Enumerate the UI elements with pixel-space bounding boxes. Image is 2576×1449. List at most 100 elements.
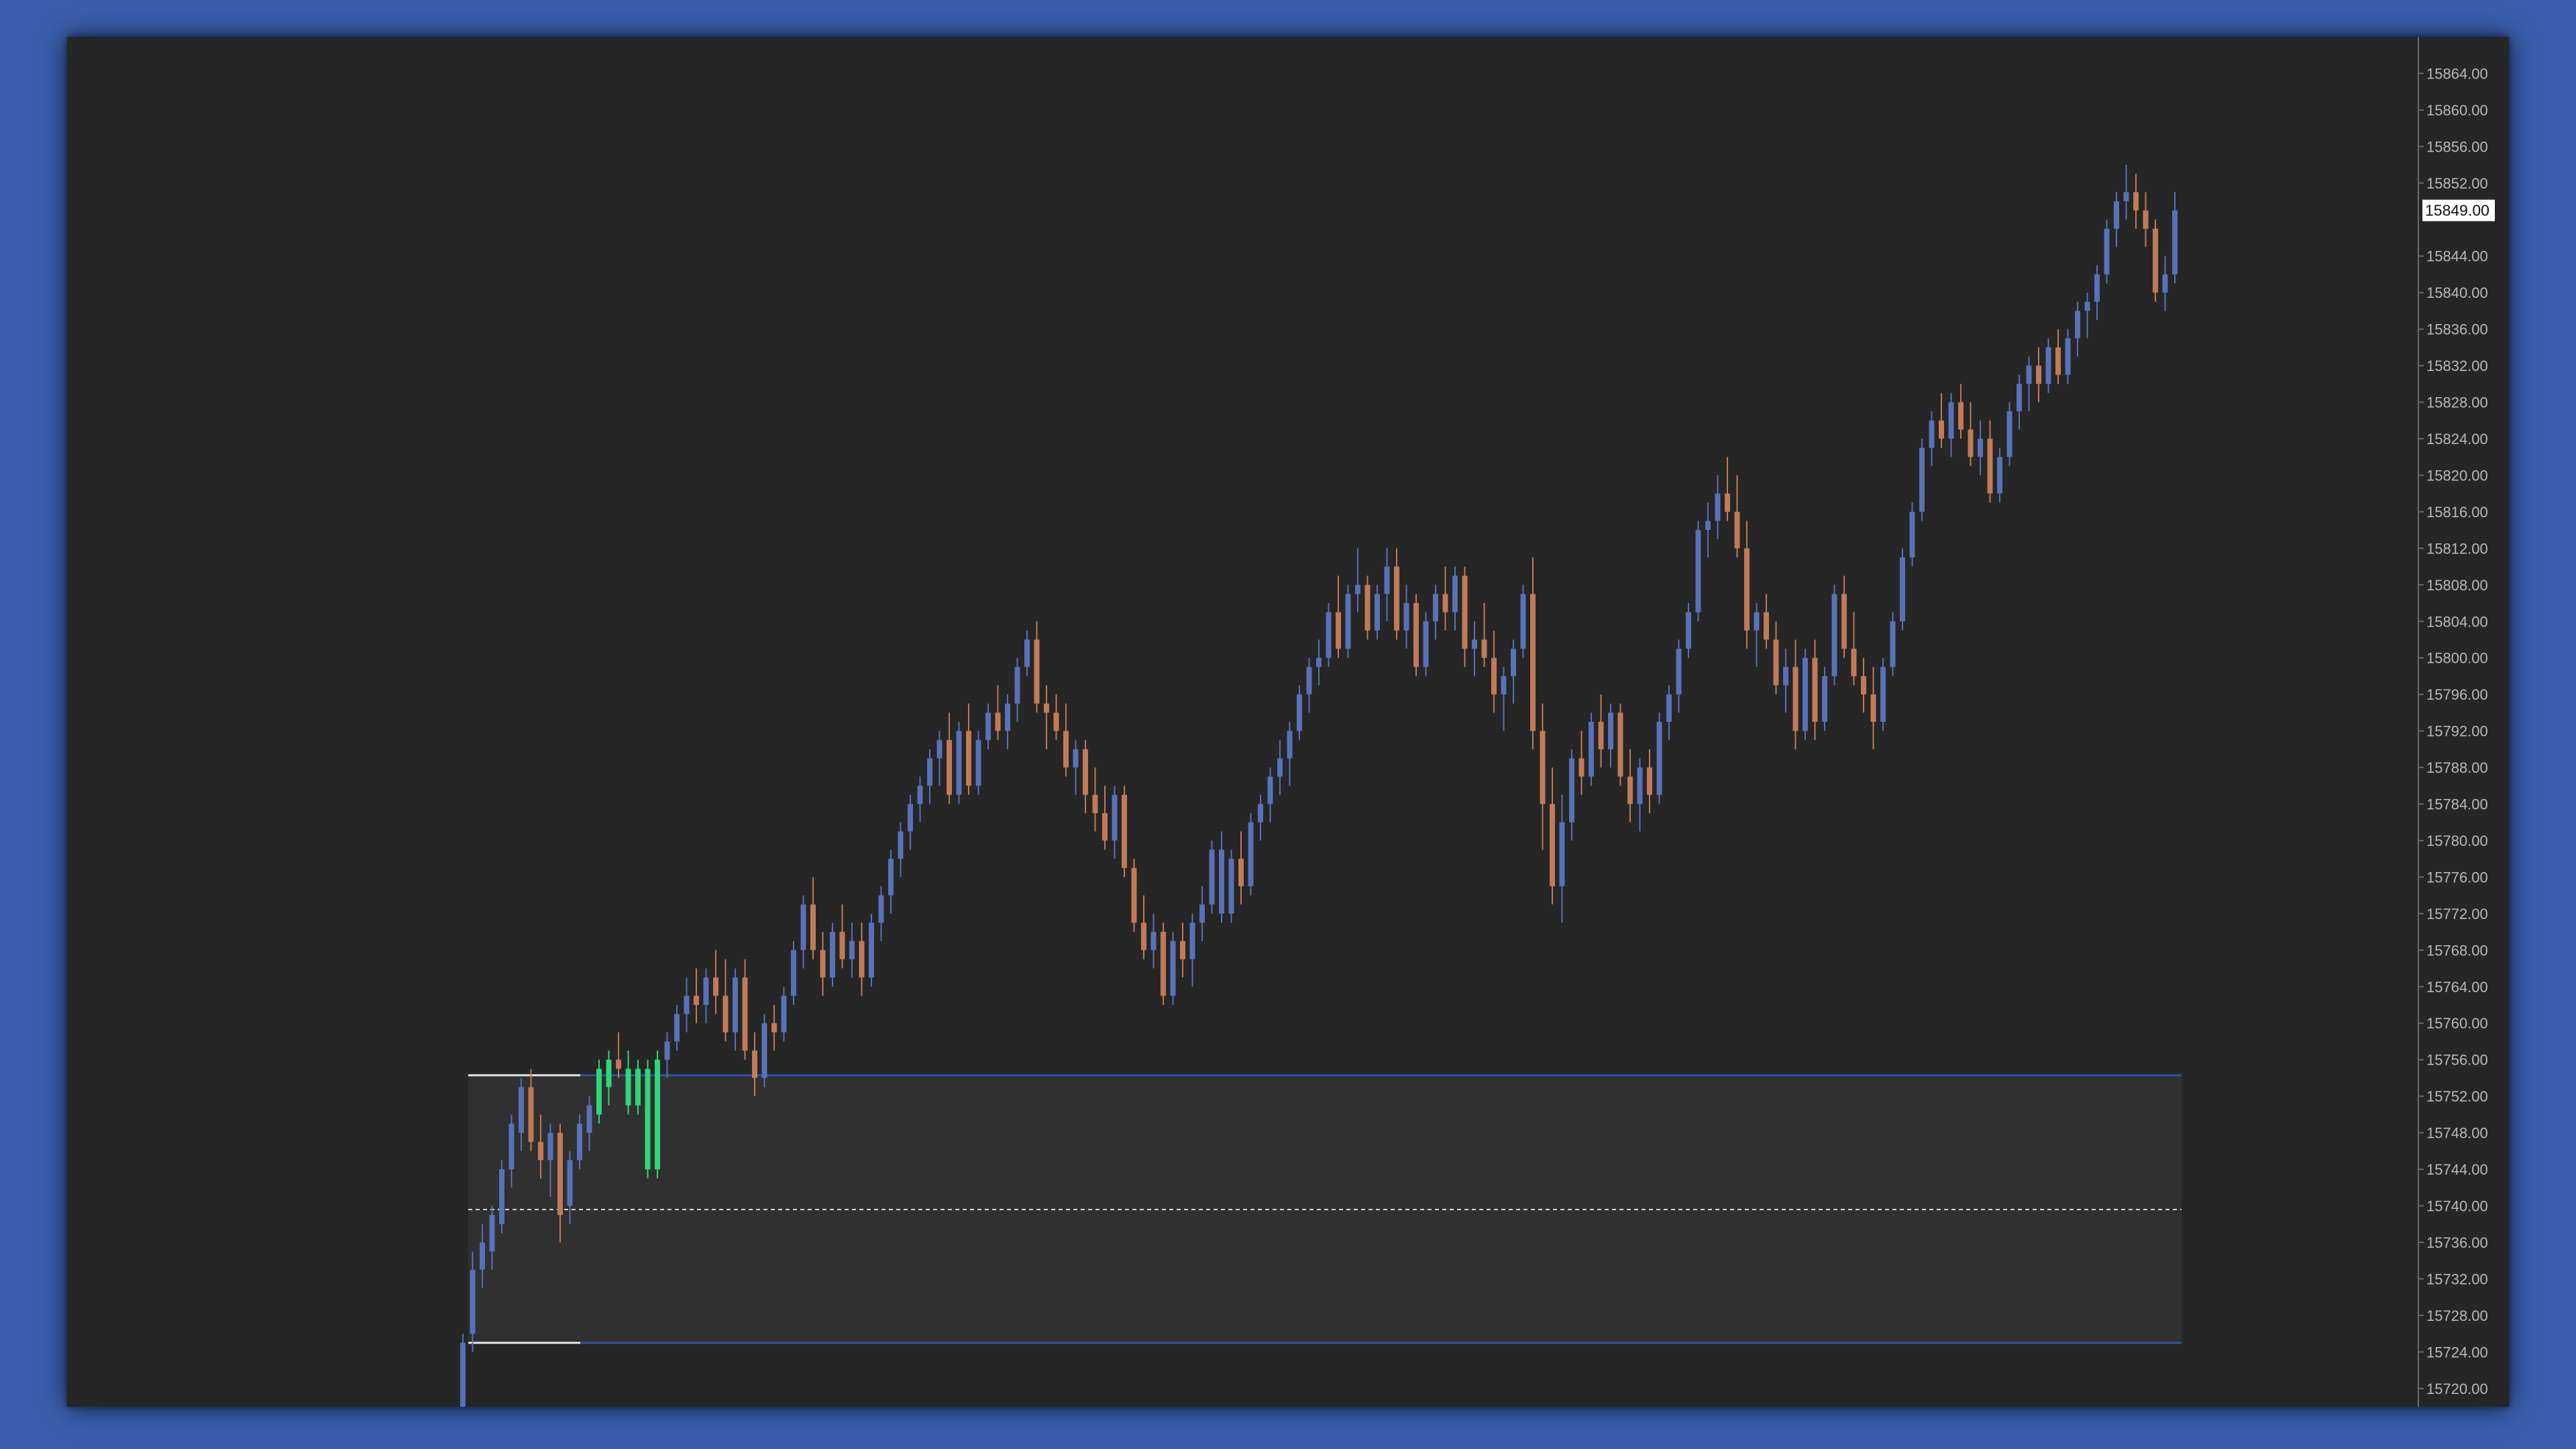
- candle-body: [528, 1087, 534, 1142]
- candle-body: [1978, 438, 1983, 458]
- candle-body: [1287, 731, 1293, 759]
- candle-body: [2114, 201, 2119, 229]
- axis-tick-label: 15852.00: [2426, 175, 2488, 192]
- candle-body: [1744, 548, 1750, 631]
- candle: [995, 685, 1001, 741]
- price-axis[interactable]: 15864.00 15860.00 15856.00 15852.00 15844.00…: [2418, 37, 2509, 1407]
- candle-body: [2075, 311, 2080, 339]
- candle: [859, 922, 865, 996]
- candle-body: [606, 1059, 612, 1087]
- candle: [1005, 694, 1010, 749]
- candle-body: [830, 932, 835, 978]
- candle-body: [1161, 932, 1166, 996]
- candle-body: [538, 1142, 543, 1161]
- candle: [1044, 685, 1049, 749]
- candle: [1559, 794, 1565, 923]
- axis-tick-label: 15724.00: [2426, 1344, 2488, 1360]
- candle-body: [878, 895, 884, 923]
- candle-body: [1228, 859, 1234, 914]
- candle-body: [752, 1051, 757, 1078]
- candle-body: [742, 977, 748, 1051]
- candle-body: [2104, 228, 2110, 274]
- candle-body: [1131, 867, 1137, 923]
- candle-body: [694, 996, 699, 1006]
- candle: [1851, 612, 1857, 686]
- candle-body: [1861, 676, 1866, 695]
- candle: [1063, 703, 1069, 777]
- candle-body: [1014, 667, 1020, 704]
- candle-body: [1394, 566, 1399, 631]
- candle: [1880, 657, 1886, 731]
- candle-body: [713, 977, 718, 996]
- candle: [1277, 740, 1283, 795]
- candle-body: [499, 1169, 504, 1224]
- candle-body: [722, 996, 729, 1032]
- axis-tick-label: 15816.00: [2426, 504, 2488, 521]
- chart-window[interactable]: 15864.00 15860.00 15856.00 15852.00 15844.00…: [67, 37, 2509, 1407]
- axis-tick-label: 15772.00: [2426, 906, 2488, 922]
- candle: [1258, 794, 1263, 841]
- candle-body: [1122, 794, 1127, 868]
- candle: [1520, 584, 1526, 658]
- candle: [1423, 612, 1429, 676]
- candle-body: [1803, 657, 1808, 731]
- axis-tick-label: 15792.00: [2426, 723, 2488, 740]
- candle: [1297, 685, 1302, 741]
- candle-body: [1695, 530, 1701, 612]
- candle: [1705, 502, 1711, 557]
- candle-body: [1073, 749, 1079, 768]
- candle: [616, 1032, 621, 1078]
- candle-body: [956, 731, 962, 795]
- candle-body: [1919, 447, 1925, 512]
- candle: [596, 1059, 602, 1124]
- candle-body: [2017, 384, 2022, 412]
- candle-body: [1355, 584, 1360, 594]
- candle-body: [1277, 758, 1283, 777]
- candle: [645, 1059, 651, 1179]
- candle: [703, 968, 709, 1024]
- candle: [1831, 584, 1837, 686]
- candle: [1987, 420, 1993, 503]
- candle-body: [966, 731, 971, 786]
- candle-body: [1812, 657, 1818, 722]
- candle: [1686, 603, 1691, 658]
- candle-body: [849, 941, 855, 959]
- candle-body: [810, 904, 816, 951]
- candle-body: [800, 904, 806, 951]
- candle: [722, 959, 729, 1042]
- axis-tick-label: 15804.00: [2426, 613, 2488, 630]
- candle-body: [898, 831, 904, 859]
- candle-body: [1238, 859, 1244, 887]
- candlestick-chart[interactable]: 15864.00 15860.00 15856.00 15852.00 15844.00…: [67, 37, 2509, 1407]
- candle: [1073, 740, 1079, 795]
- candle: [674, 1005, 680, 1051]
- candle: [1053, 694, 1059, 741]
- candle: [1948, 392, 1954, 458]
- candle-body: [1550, 804, 1555, 887]
- axis-tick-label: 15864.00: [2426, 65, 2488, 82]
- axis-tick-label: 15856.00: [2426, 138, 2488, 155]
- candle: [664, 1032, 670, 1078]
- candle: [830, 922, 835, 987]
- candle-body: [1520, 594, 1526, 649]
- candle: [1287, 722, 1293, 786]
- candle: [927, 749, 932, 804]
- candle-body: [1929, 420, 1935, 448]
- candle: [1336, 576, 1341, 658]
- candle-body: [1783, 667, 1788, 686]
- candle: [791, 941, 796, 1006]
- candle: [1792, 639, 1799, 749]
- candle-body: [2133, 192, 2139, 211]
- candle-body: [1044, 703, 1049, 713]
- candle-body: [1792, 667, 1799, 731]
- candle: [820, 932, 826, 996]
- candle: [917, 776, 923, 822]
- axis-tick-label: 15840.00: [2426, 284, 2488, 301]
- candle-body: [869, 922, 874, 978]
- candle-body: [1754, 612, 1760, 631]
- axis-tick-label: 15828.00: [2426, 394, 2488, 411]
- candle: [1734, 475, 1740, 557]
- candle: [2114, 192, 2119, 248]
- candle: [1403, 584, 1409, 649]
- candle-body: [1063, 731, 1069, 768]
